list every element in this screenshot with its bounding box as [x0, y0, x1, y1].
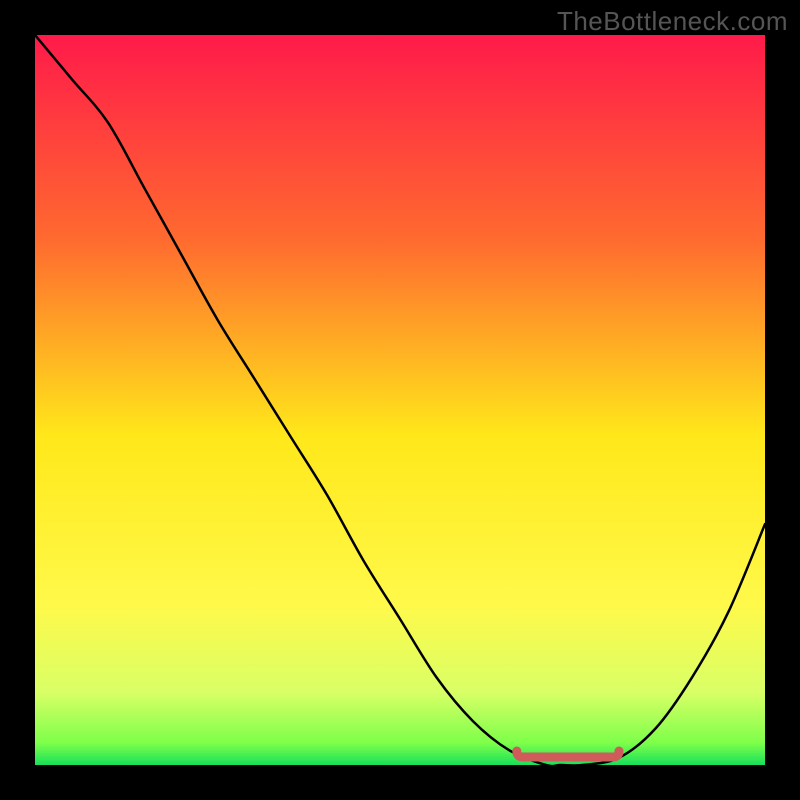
chart-svg — [35, 35, 765, 765]
plot-area — [35, 35, 765, 765]
chart-container: TheBottleneck.com — [0, 0, 800, 800]
gradient-background — [35, 35, 765, 765]
watermark-text: TheBottleneck.com — [557, 6, 788, 37]
